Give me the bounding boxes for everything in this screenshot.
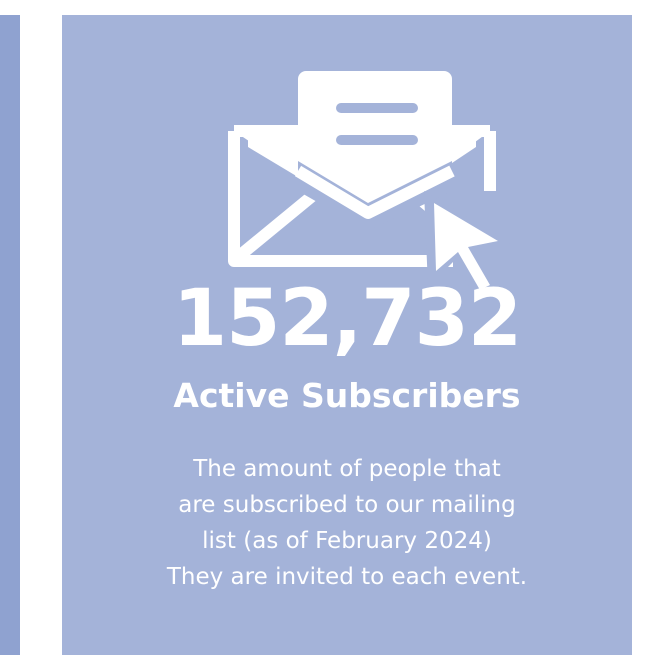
description-line: are subscribed to our mailing [178,492,516,518]
left-panel-strip [0,15,20,655]
description-line: list (as of February 2024) [202,528,492,554]
subscriber-count-label: Active Subscribers [173,376,521,415]
subscriber-description: The amount of people that are subscribed… [82,451,612,595]
envelope-with-cursor-icon [228,71,512,301]
subscriber-stat-card: 152,732 Active Subscribers The amount of… [62,15,632,655]
description-line: The amount of people that [193,456,501,482]
description-line: They are invited to each event. [166,564,528,590]
subscriber-count: 152,732 [172,274,522,364]
